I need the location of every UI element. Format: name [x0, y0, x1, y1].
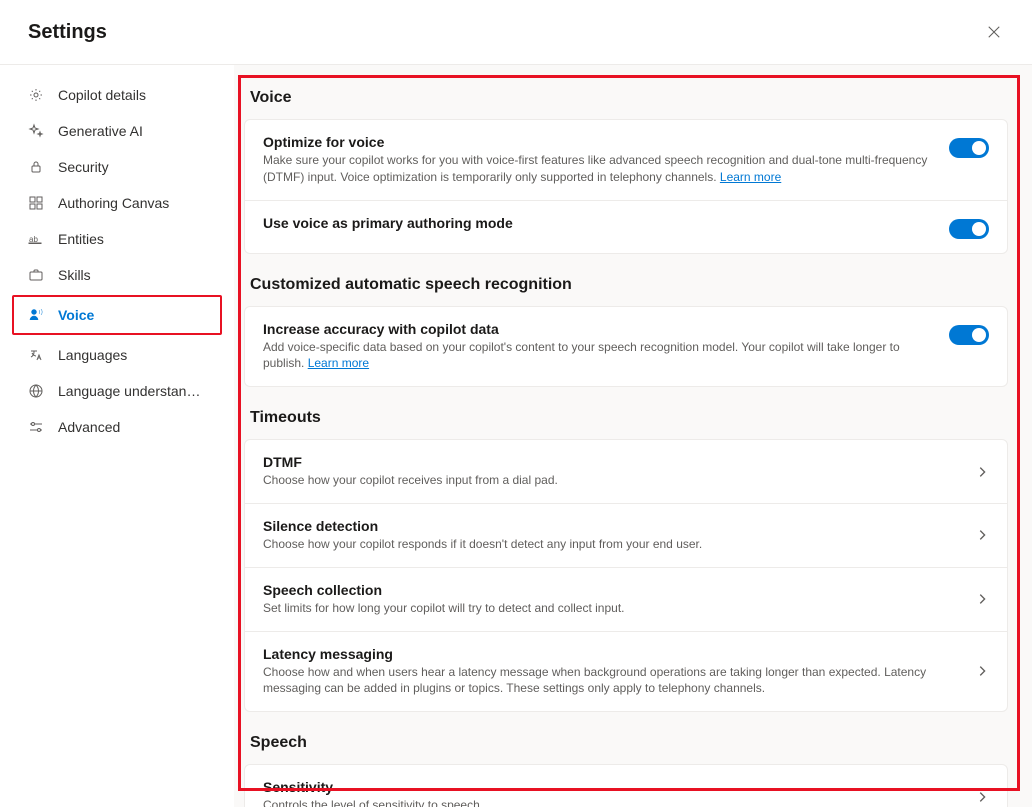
- entities-icon: ab: [28, 231, 44, 247]
- sidebar-item-language-understanding[interactable]: Language understandi...: [14, 373, 220, 409]
- close-icon: [987, 25, 1001, 39]
- lock-icon: [28, 159, 44, 175]
- row-sensitivity[interactable]: Sensitivity Controls the level of sensit…: [245, 765, 1007, 807]
- voice-card: Optimize for voice Make sure your copilo…: [244, 119, 1008, 254]
- chevron-right-icon: [975, 592, 989, 606]
- section-heading-speech: Speech: [250, 734, 1008, 752]
- sidebar-item-voice[interactable]: Voice: [14, 297, 220, 333]
- row-title: Use voice as primary authoring mode: [263, 215, 933, 231]
- sidebar-item-label: Language understandi...: [58, 383, 206, 399]
- sidebar-item-label: Security: [58, 159, 109, 175]
- section-heading-timeouts: Timeouts: [250, 409, 1008, 427]
- sidebar-item-copilot-details[interactable]: Copilot details: [14, 77, 220, 113]
- sidebar-item-authoring-canvas[interactable]: Authoring Canvas: [14, 185, 220, 221]
- row-silence-detection[interactable]: Silence detection Choose how your copilo…: [245, 503, 1007, 567]
- chevron-right-icon: [975, 664, 989, 678]
- sidebar-item-label: Languages: [58, 347, 127, 363]
- sidebar-item-languages[interactable]: Languages: [14, 337, 220, 373]
- section-heading-casr: Customized automatic speech recognition: [250, 276, 1008, 294]
- row-desc: Add voice-specific data based on your co…: [263, 339, 933, 373]
- row-title: DTMF: [263, 454, 959, 470]
- chevron-right-icon: [975, 790, 989, 804]
- briefcase-icon: [28, 267, 44, 283]
- sidebar-item-label: Authoring Canvas: [58, 195, 169, 211]
- sidebar: Copilot details Generative AI Security A…: [0, 65, 234, 807]
- sidebar-item-advanced[interactable]: Advanced: [14, 409, 220, 445]
- sidebar-item-label: Generative AI: [58, 123, 143, 139]
- casr-card: Increase accuracy with copilot data Add …: [244, 306, 1008, 388]
- row-desc: Choose how your copilot receives input f…: [263, 472, 959, 489]
- row-optimize-voice: Optimize for voice Make sure your copilo…: [245, 120, 1007, 200]
- toggle-primary-authoring[interactable]: [949, 219, 989, 239]
- row-primary-authoring: Use voice as primary authoring mode: [245, 200, 1007, 253]
- globe-icon: [28, 383, 44, 399]
- row-desc: Make sure your copilot works for you wit…: [263, 152, 933, 186]
- row-speech-collection[interactable]: Speech collection Set limits for how lon…: [245, 567, 1007, 631]
- grid-icon: [28, 195, 44, 211]
- sidebar-item-label: Voice: [58, 307, 94, 323]
- chevron-right-icon: [975, 465, 989, 479]
- chevron-right-icon: [975, 528, 989, 542]
- languages-icon: [28, 347, 44, 363]
- header: Settings: [0, 0, 1032, 65]
- row-desc: Choose how your copilot responds if it d…: [263, 536, 959, 553]
- page-title: Settings: [28, 21, 107, 44]
- main-content: Voice Optimize for voice Make sure your …: [234, 65, 1032, 807]
- row-increase-accuracy: Increase accuracy with copilot data Add …: [245, 307, 1007, 387]
- row-desc: Choose how and when users hear a latency…: [263, 664, 959, 698]
- timeouts-card: DTMF Choose how your copilot receives in…: [244, 439, 1008, 712]
- row-desc: Set limits for how long your copilot wil…: [263, 600, 959, 617]
- row-title: Latency messaging: [263, 646, 959, 662]
- row-desc: Controls the level of sensitivity to spe…: [263, 797, 959, 807]
- toggle-optimize-voice[interactable]: [949, 138, 989, 158]
- row-dtmf[interactable]: DTMF Choose how your copilot receives in…: [245, 440, 1007, 503]
- sliders-icon: [28, 419, 44, 435]
- row-title: Optimize for voice: [263, 134, 933, 150]
- row-title: Sensitivity: [263, 779, 959, 795]
- toggle-increase-accuracy[interactable]: [949, 325, 989, 345]
- close-button[interactable]: [980, 18, 1008, 46]
- row-title: Increase accuracy with copilot data: [263, 321, 933, 337]
- gear-icon: [28, 87, 44, 103]
- sparkle-icon: [28, 123, 44, 139]
- row-title: Silence detection: [263, 518, 959, 534]
- sidebar-item-entities[interactable]: ab Entities: [14, 221, 220, 257]
- speech-card: Sensitivity Controls the level of sensit…: [244, 764, 1008, 807]
- sidebar-item-label: Copilot details: [58, 87, 146, 103]
- row-latency-messaging[interactable]: Latency messaging Choose how and when us…: [245, 631, 1007, 712]
- sidebar-item-label: Entities: [58, 231, 104, 247]
- sidebar-item-security[interactable]: Security: [14, 149, 220, 185]
- sidebar-item-generative-ai[interactable]: Generative AI: [14, 113, 220, 149]
- sidebar-item-label: Skills: [58, 267, 91, 283]
- learn-more-link[interactable]: Learn more: [720, 170, 781, 184]
- learn-more-link[interactable]: Learn more: [308, 356, 369, 370]
- sidebar-item-label: Advanced: [58, 419, 120, 435]
- row-title: Speech collection: [263, 582, 959, 598]
- voice-icon: [28, 307, 44, 323]
- section-heading-voice: Voice: [250, 89, 1008, 107]
- highlight-voice-nav: Voice: [12, 295, 222, 335]
- sidebar-item-skills[interactable]: Skills: [14, 257, 220, 293]
